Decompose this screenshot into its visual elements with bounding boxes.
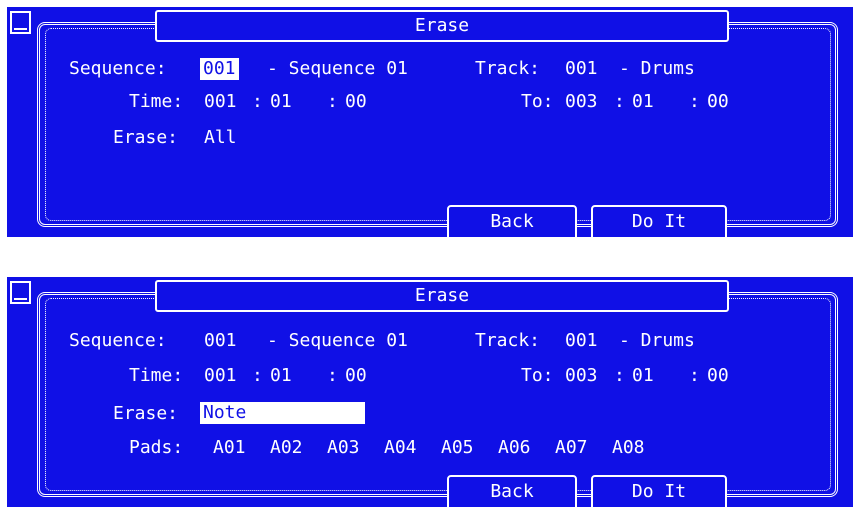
sequence-name: - Sequence 01 xyxy=(267,330,408,351)
erase-mode-field[interactable]: Note xyxy=(200,402,365,424)
back-button[interactable]: Back xyxy=(447,475,577,507)
separator: : xyxy=(327,365,338,386)
time-tick-field[interactable]: 00 xyxy=(345,365,367,387)
pad-item[interactable]: A04 xyxy=(384,437,417,459)
time-label: Time: xyxy=(129,91,184,112)
to-bar-field[interactable]: 003 xyxy=(565,91,598,113)
pad-item[interactable]: A02 xyxy=(270,437,303,459)
time-beat-field[interactable]: 01 xyxy=(270,91,292,113)
time-bar-field[interactable]: 001 xyxy=(204,365,237,387)
erase-label: Erase: xyxy=(113,127,179,148)
pad-item[interactable]: A03 xyxy=(327,437,360,459)
track-name: - Drums xyxy=(619,58,695,79)
erase-screen-bottom: Erase Sequence: 001 - Sequence 01 Track:… xyxy=(7,277,853,507)
separator: : xyxy=(689,91,700,112)
separator: : xyxy=(614,365,625,386)
to-beat-field[interactable]: 01 xyxy=(632,365,654,387)
track-number-field[interactable]: 001 xyxy=(565,58,598,80)
window-title: Erase xyxy=(155,10,729,42)
to-label: To: xyxy=(521,91,554,112)
sequence-label: Sequence: xyxy=(69,330,167,351)
time-tick-field[interactable]: 00 xyxy=(345,91,367,113)
frame-inner-border xyxy=(45,28,831,221)
erase-mode-field[interactable]: All xyxy=(204,127,237,149)
sequence-label: Sequence: xyxy=(69,58,167,79)
pad-item[interactable]: A05 xyxy=(441,437,474,459)
do-it-button[interactable]: Do It xyxy=(591,475,727,507)
to-label: To: xyxy=(521,365,554,386)
sequence-number-field[interactable]: 001 xyxy=(204,330,237,352)
track-number-field[interactable]: 001 xyxy=(565,330,598,352)
separator: : xyxy=(689,365,700,386)
square-corner-icon xyxy=(10,11,31,34)
pad-item[interactable]: A08 xyxy=(612,437,645,459)
erase-label: Erase: xyxy=(113,403,179,424)
frame-inner-border xyxy=(45,298,831,491)
to-bar-field[interactable]: 003 xyxy=(565,365,598,387)
to-tick-field[interactable]: 00 xyxy=(707,365,729,387)
track-label: Track: xyxy=(475,330,541,351)
separator: : xyxy=(252,365,263,386)
pad-item[interactable]: A06 xyxy=(498,437,531,459)
separator: : xyxy=(252,91,263,112)
to-beat-field[interactable]: 01 xyxy=(632,91,654,113)
track-label: Track: xyxy=(475,58,541,79)
time-bar-field[interactable]: 001 xyxy=(204,91,237,113)
pad-item[interactable]: A01 xyxy=(213,437,246,459)
separator: : xyxy=(614,91,625,112)
window-title: Erase xyxy=(155,280,729,312)
sequence-name: - Sequence 01 xyxy=(267,58,408,79)
separator: : xyxy=(327,91,338,112)
track-name: - Drums xyxy=(619,330,695,351)
pad-item[interactable]: A07 xyxy=(555,437,588,459)
do-it-button[interactable]: Do It xyxy=(591,205,727,237)
erase-screen-top: Erase Sequence: 001 - Sequence 01 Track:… xyxy=(7,7,853,237)
time-label: Time: xyxy=(129,365,184,386)
time-beat-field[interactable]: 01 xyxy=(270,365,292,387)
pads-label: Pads: xyxy=(129,437,184,458)
back-button[interactable]: Back xyxy=(447,205,577,237)
sequence-number-field[interactable]: 001 xyxy=(200,58,239,80)
square-corner-icon xyxy=(10,281,31,304)
to-tick-field[interactable]: 00 xyxy=(707,91,729,113)
